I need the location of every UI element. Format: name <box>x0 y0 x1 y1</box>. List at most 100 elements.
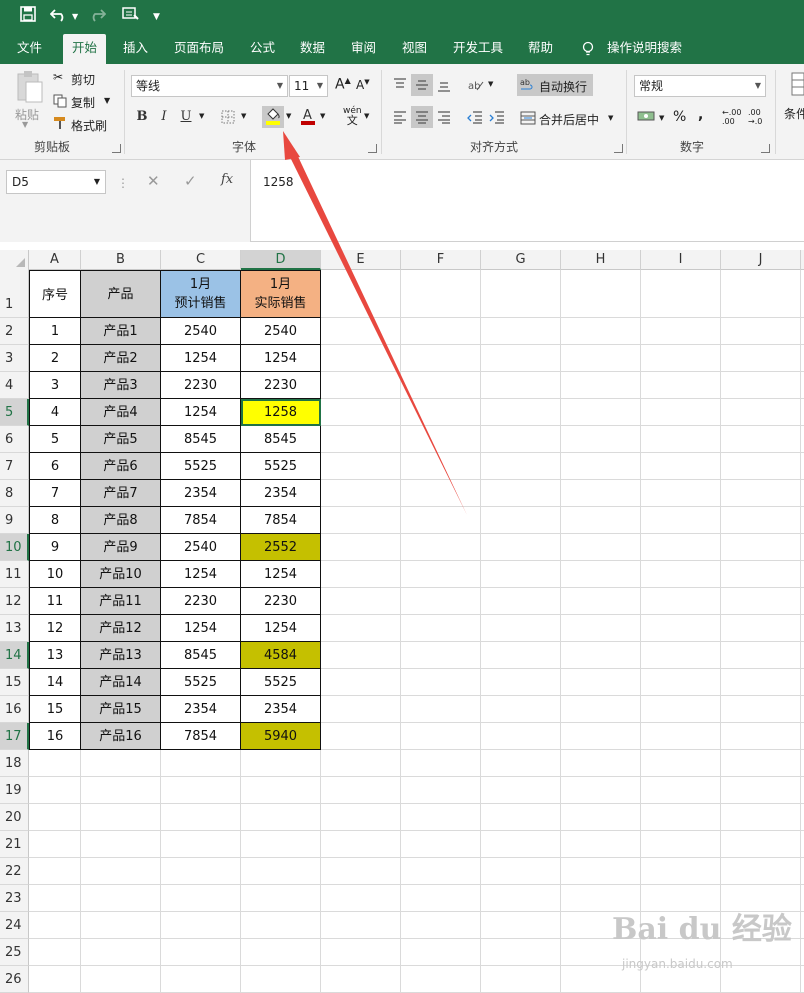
cell-planned[interactable]: 2540 <box>161 318 241 345</box>
column-header-j[interactable]: J <box>721 250 801 270</box>
cell-product[interactable]: 产品8 <box>81 507 161 534</box>
cell-seq[interactable]: 3 <box>29 372 81 399</box>
save-icon[interactable] <box>20 6 36 28</box>
cell-seq[interactable]: 10 <box>29 561 81 588</box>
number-format-combo[interactable]: 常规 ▼ <box>634 75 766 97</box>
cell-seq[interactable]: 8 <box>29 507 81 534</box>
cut-icon[interactable]: ✂ <box>53 70 63 84</box>
header-planned-sales[interactable]: 1月 预计销售 <box>161 270 241 318</box>
orientation-dropdown-icon[interactable]: ▼ <box>488 80 493 88</box>
paste-dropdown-icon[interactable]: ▼ <box>22 120 28 129</box>
cell-actual[interactable]: 1254 <box>241 345 321 372</box>
cell-planned[interactable]: 2354 <box>161 480 241 507</box>
column-header-a[interactable]: A <box>29 250 81 270</box>
tab-formulas[interactable]: 公式 <box>250 34 275 64</box>
row-header-21[interactable]: 21 <box>0 831 29 858</box>
cell-actual[interactable]: 5940 <box>241 723 321 750</box>
name-box[interactable]: D5 ▼ <box>6 170 106 194</box>
cell-planned[interactable]: 2540 <box>161 534 241 561</box>
phonetic-button[interactable]: wén 文 <box>343 106 362 127</box>
cell-seq[interactable]: 16 <box>29 723 81 750</box>
insert-function-button[interactable]: fx <box>221 172 233 187</box>
cell-product[interactable]: 产品10 <box>81 561 161 588</box>
italic-button[interactable]: I <box>153 106 175 128</box>
column-header-d[interactable]: D <box>241 250 321 270</box>
row-header-8[interactable]: 8 <box>0 480 29 507</box>
select-all-button[interactable] <box>0 250 29 270</box>
row-header-19[interactable]: 19 <box>0 777 29 804</box>
undo-icon[interactable] <box>49 6 68 28</box>
row-header-9[interactable]: 9 <box>0 507 29 534</box>
cell-actual[interactable]: 8545 <box>241 426 321 453</box>
underline-button[interactable]: U <box>175 106 197 128</box>
touch-mode-icon[interactable] <box>122 6 140 28</box>
tab-page-layout[interactable]: 页面布局 <box>174 34 224 64</box>
font-launcher-icon[interactable] <box>368 144 377 153</box>
cell-seq[interactable]: 6 <box>29 453 81 480</box>
cell-seq[interactable]: 2 <box>29 345 81 372</box>
orientation-icon[interactable]: ab <box>465 74 487 96</box>
tab-home[interactable]: 开始 <box>63 34 107 64</box>
cell-planned[interactable]: 1254 <box>161 399 241 426</box>
column-header-c[interactable]: C <box>161 250 241 270</box>
active-cell-d5[interactable]: 1258 <box>241 399 321 426</box>
font-color-icon[interactable]: A <box>297 106 319 128</box>
formula-input[interactable]: 1258 <box>250 160 804 242</box>
cell-actual[interactable]: 4584 <box>241 642 321 669</box>
cell-planned[interactable]: 7854 <box>161 507 241 534</box>
cell-actual[interactable]: 5525 <box>241 453 321 480</box>
enter-icon[interactable]: ✓ <box>184 172 197 190</box>
undo-dropdown-icon[interactable]: ▼ <box>72 6 78 28</box>
percent-button[interactable]: % <box>673 109 686 125</box>
cell-seq[interactable]: 1 <box>29 318 81 345</box>
row-header-22[interactable]: 22 <box>0 858 29 885</box>
cell-actual[interactable]: 2540 <box>241 318 321 345</box>
align-center-icon[interactable] <box>411 106 433 128</box>
fill-color-dropdown-icon[interactable]: ▼ <box>286 112 291 120</box>
increase-indent-icon[interactable] <box>486 106 508 128</box>
row-header-6[interactable]: 6 <box>0 426 29 453</box>
cell-product[interactable]: 产品12 <box>81 615 161 642</box>
header-product[interactable]: 产品 <box>81 270 161 318</box>
tab-review[interactable]: 审阅 <box>351 34 376 64</box>
align-right-icon[interactable] <box>433 106 455 128</box>
tab-help[interactable]: 帮助 <box>528 34 553 64</box>
cell-seq[interactable]: 13 <box>29 642 81 669</box>
tab-data[interactable]: 数据 <box>300 34 325 64</box>
conditional-format-icon[interactable] <box>791 72 804 99</box>
cell-actual[interactable]: 2354 <box>241 480 321 507</box>
column-header-g[interactable]: G <box>481 250 561 270</box>
column-header-b[interactable]: B <box>81 250 161 270</box>
conditional-format-label[interactable]: 条件 <box>784 105 804 122</box>
align-left-icon[interactable] <box>389 106 411 128</box>
cell-planned[interactable]: 5525 <box>161 669 241 696</box>
cell-product[interactable]: 产品1 <box>81 318 161 345</box>
cell-actual[interactable]: 1254 <box>241 561 321 588</box>
customize-qat-icon[interactable]: ▼ <box>153 6 160 28</box>
cell-planned[interactable]: 2354 <box>161 696 241 723</box>
cell-seq[interactable]: 15 <box>29 696 81 723</box>
cell-product[interactable]: 产品13 <box>81 642 161 669</box>
cancel-icon[interactable]: ✕ <box>147 172 160 190</box>
cell-product[interactable]: 产品2 <box>81 345 161 372</box>
font-size-combo[interactable]: 11 ▼ <box>289 75 328 97</box>
cell-product[interactable]: 产品5 <box>81 426 161 453</box>
cell-seq[interactable]: 7 <box>29 480 81 507</box>
format-painter-label[interactable]: 格式刷 <box>71 117 107 134</box>
decrease-indent-icon[interactable] <box>464 106 486 128</box>
phonetic-dropdown-icon[interactable]: ▼ <box>364 112 369 120</box>
cell-product[interactable]: 产品3 <box>81 372 161 399</box>
copy-dropdown-icon[interactable]: ▼ <box>104 96 110 105</box>
cell-product[interactable]: 产品14 <box>81 669 161 696</box>
cell-seq[interactable]: 9 <box>29 534 81 561</box>
row-header-15[interactable]: 15 <box>0 669 29 696</box>
merge-center-label[interactable]: 合并后居中 <box>539 111 599 128</box>
column-header-f[interactable]: F <box>401 250 481 270</box>
increase-decimal-button[interactable]: ←.00.00 <box>722 108 741 126</box>
tab-view[interactable]: 视图 <box>402 34 427 64</box>
tab-file[interactable]: 文件 <box>17 34 42 64</box>
column-header-e[interactable]: E <box>321 250 401 270</box>
copy-label[interactable]: 复制 <box>71 94 95 111</box>
cell-product[interactable]: 产品4 <box>81 399 161 426</box>
merge-dropdown-icon[interactable]: ▼ <box>608 114 613 122</box>
